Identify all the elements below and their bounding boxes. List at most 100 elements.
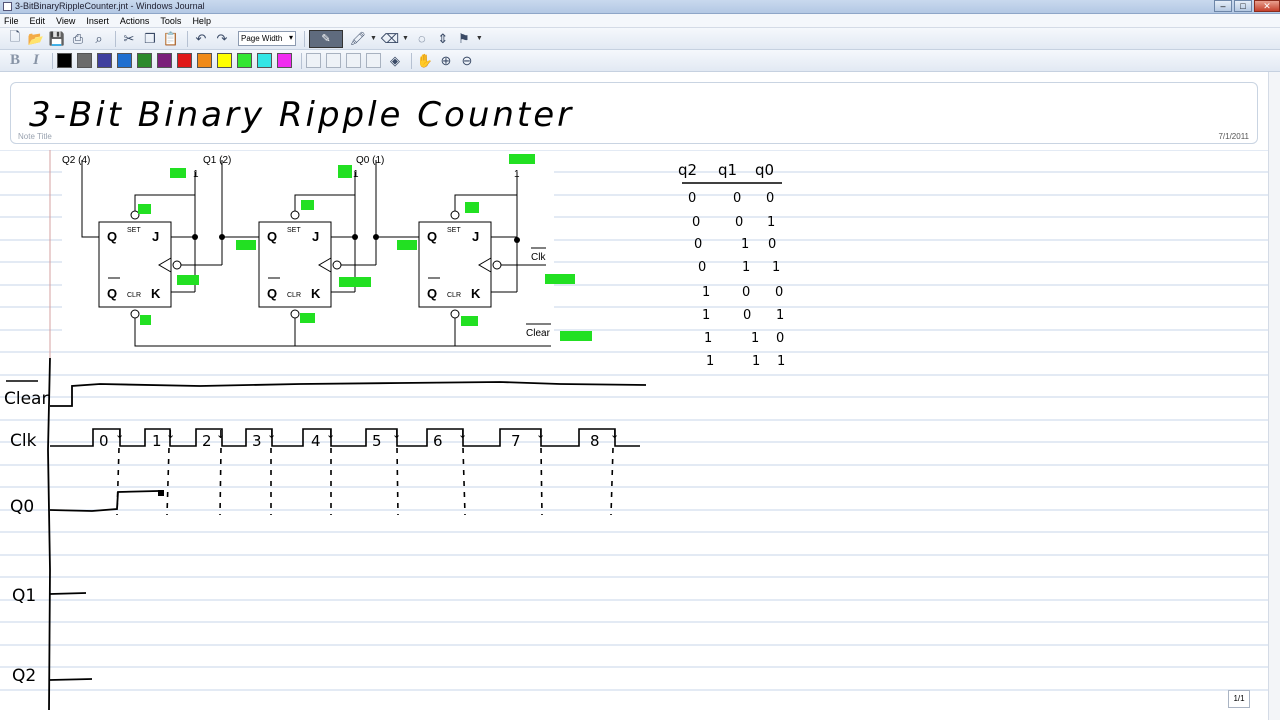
svg-text:0: 0 xyxy=(692,215,700,230)
svg-text:↓: ↓ xyxy=(267,428,276,441)
copy-icon[interactable]: ❐ xyxy=(141,30,159,48)
menu-actions[interactable]: Actions xyxy=(120,16,150,26)
menu-help[interactable]: Help xyxy=(192,16,211,26)
svg-text:0: 0 xyxy=(733,191,741,206)
svg-text:0: 0 xyxy=(775,285,783,300)
pen-color-swatch[interactable] xyxy=(77,53,92,68)
lasso-select-icon[interactable]: ◌ xyxy=(413,30,431,48)
svg-text:SET: SET xyxy=(447,227,461,234)
zoom-value: Page Width xyxy=(241,34,283,43)
menu-view[interactable]: View xyxy=(56,16,75,26)
svg-text:0: 0 xyxy=(776,331,784,346)
q0-waveform xyxy=(49,490,159,512)
redo-icon[interactable]: ↷ xyxy=(213,30,231,48)
pen-color-swatch[interactable] xyxy=(57,53,72,68)
note-title-hint: Note Title xyxy=(18,132,52,141)
svg-text:1: 1 xyxy=(752,354,760,369)
pen-settings-icon[interactable]: ◈ xyxy=(386,52,404,70)
menu-tools[interactable]: Tools xyxy=(160,16,181,26)
zoom-dropdown[interactable]: Page Width ▾ xyxy=(238,31,296,46)
label-clk: Clk xyxy=(531,252,546,263)
menu-edit[interactable]: Edit xyxy=(30,16,46,26)
svg-text:J: J xyxy=(312,229,319,244)
journal-page[interactable]: 3-Bit Binary Ripple Counter Note Title 7… xyxy=(0,72,1280,720)
pen-width-thick[interactable] xyxy=(346,53,361,68)
maximize-button[interactable]: □ xyxy=(1234,0,1252,12)
print-icon[interactable]: ⎙ xyxy=(69,30,87,48)
svg-text:0: 0 xyxy=(742,285,750,300)
page-number: 1/1 xyxy=(1228,690,1250,708)
svg-text:0: 0 xyxy=(99,432,109,450)
svg-text:Q: Q xyxy=(107,286,117,301)
label-q0: Q0 (1) xyxy=(356,155,384,166)
flag-icon[interactable]: ⚑ xyxy=(455,30,473,48)
pen-color-swatch[interactable] xyxy=(217,53,232,68)
svg-text:1: 1 xyxy=(767,215,775,230)
svg-text:Q: Q xyxy=(427,229,437,244)
zoom-in-icon[interactable]: ⊕ xyxy=(437,52,455,70)
svg-text:↓: ↓ xyxy=(458,428,467,441)
svg-text:1: 1 xyxy=(751,331,759,346)
zoom-out-icon[interactable]: ⊖ xyxy=(458,52,476,70)
open-icon[interactable]: 📂 xyxy=(27,30,45,48)
insert-space-icon[interactable]: ⇕ xyxy=(434,30,452,48)
cut-icon[interactable]: ✂ xyxy=(120,30,138,48)
svg-text:1: 1 xyxy=(772,260,780,275)
svg-text:4: 4 xyxy=(311,432,321,450)
svg-text:Q: Q xyxy=(107,229,117,244)
menu-insert[interactable]: Insert xyxy=(86,16,109,26)
svg-text:SET: SET xyxy=(127,227,141,234)
window-title: 3-BitBinaryRippleCounter.jnt - Windows J… xyxy=(15,1,205,11)
find-icon[interactable]: ⌕ xyxy=(90,30,108,48)
undo-icon[interactable]: ↶ xyxy=(192,30,210,48)
pen-icon[interactable]: ✎ xyxy=(309,29,343,48)
pen-color-swatch[interactable] xyxy=(97,53,112,68)
pen-color-swatch[interactable] xyxy=(237,53,252,68)
svg-text:Q: Q xyxy=(267,229,277,244)
pen-color-swatch[interactable] xyxy=(277,53,292,68)
tt-header-q0: q0 xyxy=(755,161,774,179)
falling-edge-arrows: ↓ ↓ ↓ ↓ ↓ ↓ ↓ ↓ ↓ xyxy=(115,428,619,441)
pen-width-medium[interactable] xyxy=(326,53,341,68)
svg-text:0: 0 xyxy=(768,237,776,252)
new-note-icon[interactable]: 🗋 xyxy=(6,29,24,48)
svg-text:1: 1 xyxy=(742,260,750,275)
pen-color-swatch[interactable] xyxy=(137,53,152,68)
highlighter-icon[interactable]: 🖍 xyxy=(349,30,367,48)
pen-color-swatch[interactable] xyxy=(157,53,172,68)
page-title: 3-Bit Binary Ripple Counter xyxy=(29,95,575,135)
svg-text:J: J xyxy=(152,229,159,244)
pen-width-fine[interactable] xyxy=(306,53,321,68)
svg-text:↓: ↓ xyxy=(326,428,335,441)
chevron-down-icon[interactable]: ▼ xyxy=(402,35,409,42)
pen-color-swatch[interactable] xyxy=(257,53,272,68)
note-title-area[interactable]: 3-Bit Binary Ripple Counter Note Title 7… xyxy=(10,82,1258,144)
pen-width-extra[interactable] xyxy=(366,53,381,68)
pen-color-swatch[interactable] xyxy=(177,53,192,68)
svg-text:0: 0 xyxy=(766,191,774,206)
svg-text:2: 2 xyxy=(202,432,212,450)
close-button[interactable]: ✕ xyxy=(1254,0,1280,12)
svg-text:CLR: CLR xyxy=(447,292,461,299)
pen-color-swatch[interactable] xyxy=(197,53,212,68)
signal-label-q1: Q1 xyxy=(12,586,36,606)
eraser-icon[interactable]: ⌫ xyxy=(381,30,399,48)
clear-waveform xyxy=(50,381,647,407)
menu-file[interactable]: File xyxy=(4,16,19,26)
vertical-scrollbar[interactable] xyxy=(1268,72,1280,720)
hand-pan-icon[interactable]: ✋ xyxy=(416,52,434,70)
svg-text:0: 0 xyxy=(735,215,743,230)
tt-header-q2: q2 xyxy=(678,161,697,179)
pen-toolbar: B I ◈ ✋ ⊕ ⊖ xyxy=(0,50,1280,72)
minimize-button[interactable]: – xyxy=(1214,0,1232,12)
svg-text:↓: ↓ xyxy=(115,428,124,441)
ruled-writing-area[interactable]: Q2 (4) Q1 (2) Q0 (1) 1 1 1 Clk Clear Q S… xyxy=(0,150,1280,710)
italic-button[interactable]: I xyxy=(27,52,45,70)
chevron-down-icon[interactable]: ▼ xyxy=(476,35,483,42)
pen-color-swatch[interactable] xyxy=(117,53,132,68)
bold-button[interactable]: B xyxy=(6,52,24,70)
save-icon[interactable]: 💾 xyxy=(48,30,66,48)
chevron-down-icon[interactable]: ▼ xyxy=(370,35,377,42)
paste-icon[interactable]: 📋 xyxy=(162,30,180,48)
svg-text:0: 0 xyxy=(698,260,706,275)
